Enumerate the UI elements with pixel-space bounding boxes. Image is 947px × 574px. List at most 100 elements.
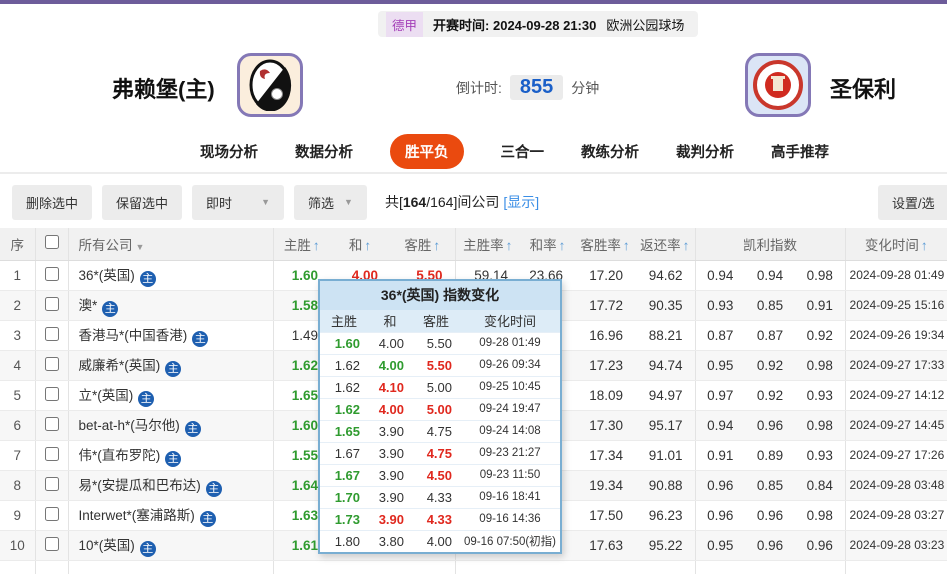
popup-col-time: 变化时间 — [460, 310, 560, 332]
popup-away-odds: 4.75 — [412, 419, 460, 442]
popup-col-away: 客胜 — [412, 310, 460, 332]
change-time: 2024-09-27 17:26 — [845, 440, 947, 471]
countdown-label: 倒计时: — [456, 79, 502, 96]
home-badge-icon: 主 — [192, 330, 209, 347]
company-cell[interactable]: 易*(安提瓜和巴布达) 主 — [68, 470, 274, 501]
kelly-away: 0.96 — [795, 530, 846, 561]
company-name: 香港马*(中国香港) — [78, 327, 188, 343]
delete-selected-button[interactable]: 删除选中 — [12, 184, 93, 220]
kelly-away: 0.84 — [795, 470, 846, 501]
home-team-name: 弗赖堡(主) — [112, 77, 215, 102]
col-away-odds[interactable]: 客胜 ↑ — [390, 228, 456, 261]
col-draw-rate[interactable]: 和率 ↑ — [520, 228, 575, 261]
row-number: 1 — [0, 260, 36, 291]
top-purple-strip — [0, 0, 947, 4]
keep-selected-button[interactable]: 保留选中 — [102, 184, 183, 220]
row-checkbox[interactable] — [44, 266, 59, 281]
return-rate: 95.22 — [635, 530, 696, 561]
row-checkbox[interactable] — [44, 506, 59, 521]
company-cell[interactable]: Interwet*(塞浦路斯) 主 — [68, 500, 274, 531]
row-checkbox[interactable] — [44, 536, 59, 551]
away-rate: 18.09 — [575, 380, 635, 411]
popup-home-odds: 1.60 — [320, 331, 368, 354]
filter-dropdown[interactable]: 筛选 ▼ — [294, 184, 367, 220]
tab-live-analysis[interactable]: 现场分析 — [200, 141, 258, 162]
show-link[interactable]: [显示] — [503, 194, 539, 210]
kelly-home: 0.95 — [695, 530, 745, 561]
popup-draw-odds: 3.90 — [368, 419, 412, 442]
away-rate: 17.50 — [575, 500, 635, 531]
col-company[interactable]: 所有公司 ▼ — [68, 228, 274, 261]
popup-row: 1.62 4.00 5.50 09-26 09:34 — [320, 353, 560, 376]
company-cell[interactable]: 威廉希*(英国) 主 — [68, 350, 274, 381]
col-change-time[interactable]: 变化时间 ↑ — [845, 228, 947, 261]
company-name: 36*(英国) — [78, 267, 135, 283]
checkbox-cell — [35, 440, 69, 471]
return-rate: 91.01 — [635, 440, 696, 471]
popup-home-odds: 1.62 — [320, 397, 368, 420]
row-checkbox[interactable] — [44, 446, 59, 461]
tab-win-draw-lose[interactable]: 胜平负 — [390, 133, 464, 169]
popup-row: 1.60 4.00 5.50 09-28 01:49 — [320, 331, 560, 354]
col-return-rate[interactable]: 返还率 ↑ — [635, 228, 696, 261]
popup-draw-odds: 3.90 — [368, 507, 412, 530]
change-time: 2024-09-28 01:49 — [845, 260, 947, 291]
company-cell[interactable]: 10*(英国) 主 — [68, 530, 274, 561]
col-draw-odds[interactable]: 和 ↑ — [330, 228, 390, 261]
row-number: 2 — [0, 290, 36, 321]
table-header-row: 序 所有公司 ▼ 主胜 ↑ 和 ↑ 客胜 ↑ 主胜率 ↑ 和率 ↑ 客胜率 ↑ 返还率 ↑ 凯利… — [0, 228, 947, 261]
popup-header-row: 主胜 和 客胜 变化时间 — [320, 310, 560, 332]
time-filter-dropdown[interactable]: 即时 ▼ — [192, 184, 285, 220]
row-checkbox[interactable] — [44, 416, 59, 431]
row-checkbox[interactable] — [44, 386, 59, 401]
company-count: 共[164/164]间公司 [显示] — [384, 194, 540, 210]
row-number: 10 — [0, 530, 36, 561]
row-number: 5 — [0, 380, 36, 411]
checkbox-cell — [35, 410, 69, 441]
popup-row: 1.73 3.90 4.33 09-16 14:36 — [320, 507, 560, 530]
popup-row: 1.67 3.90 4.50 09-23 11:50 — [320, 463, 560, 486]
company-cell[interactable]: 立*(英国) 主 — [68, 380, 274, 411]
checkbox-cell — [35, 260, 69, 291]
popup-home-odds: 1.67 — [320, 441, 368, 464]
row-checkbox[interactable] — [44, 326, 59, 341]
tab-data-analysis[interactable]: 数据分析 — [295, 141, 353, 162]
return-rate: 90.88 — [635, 470, 696, 501]
col-home-odds[interactable]: 主胜 ↑ — [273, 228, 330, 261]
kelly-draw: 0.85 — [745, 470, 795, 501]
kelly-away: 0.91 — [795, 290, 846, 321]
checkbox-cell — [35, 380, 69, 411]
checkbox-cell — [35, 530, 69, 561]
col-kelly-index: 凯利指数 — [695, 228, 846, 261]
col-away-rate[interactable]: 客胜率 ↑ — [575, 228, 635, 261]
company-name: 澳* — [78, 297, 98, 313]
select-all-checkbox[interactable] — [44, 235, 59, 250]
row-checkbox[interactable] — [44, 476, 59, 491]
popup-change-time: 09-24 19:47 — [460, 397, 560, 420]
popup-away-odds: 4.33 — [412, 507, 460, 530]
row-number: 7 — [0, 440, 36, 471]
popup-change-time: 09-16 14:36 — [460, 507, 560, 530]
popup-col-draw: 和 — [368, 310, 412, 332]
tab-three-in-one[interactable]: 三合一 — [501, 141, 545, 162]
company-cell[interactable]: bet-at-h*(马尔他) 主 — [68, 410, 274, 441]
popup-change-time: 09-23 11:50 — [460, 463, 560, 486]
row-checkbox[interactable] — [44, 296, 59, 311]
popup-away-odds: 5.50 — [412, 353, 460, 376]
company-cell[interactable]: 澳* 主 — [68, 290, 274, 321]
col-home-rate[interactable]: 主胜率 ↑ — [455, 228, 520, 261]
company-cell[interactable]: 伟*(直布罗陀) 主 — [68, 440, 274, 471]
tab-coach-analysis[interactable]: 教练分析 — [581, 141, 639, 162]
company-name: 易*(安提瓜和巴布达) — [78, 477, 201, 493]
home-badge-icon: 主 — [184, 420, 201, 437]
checkbox-cell — [35, 500, 69, 531]
kelly-draw: 0.92 — [745, 380, 795, 411]
company-name: 10*(英国) — [78, 537, 135, 553]
company-cell[interactable]: 36*(英国) 主 — [68, 260, 274, 291]
sort-up-icon: ↑ — [505, 237, 513, 253]
settings-button[interactable]: 设置/选 — [878, 185, 947, 220]
company-cell[interactable]: 香港马*(中国香港) 主 — [68, 320, 274, 351]
row-checkbox[interactable] — [44, 356, 59, 371]
tab-referee-analysis[interactable]: 裁判分析 — [676, 141, 734, 162]
tab-expert-picks[interactable]: 高手推荐 — [771, 141, 829, 162]
